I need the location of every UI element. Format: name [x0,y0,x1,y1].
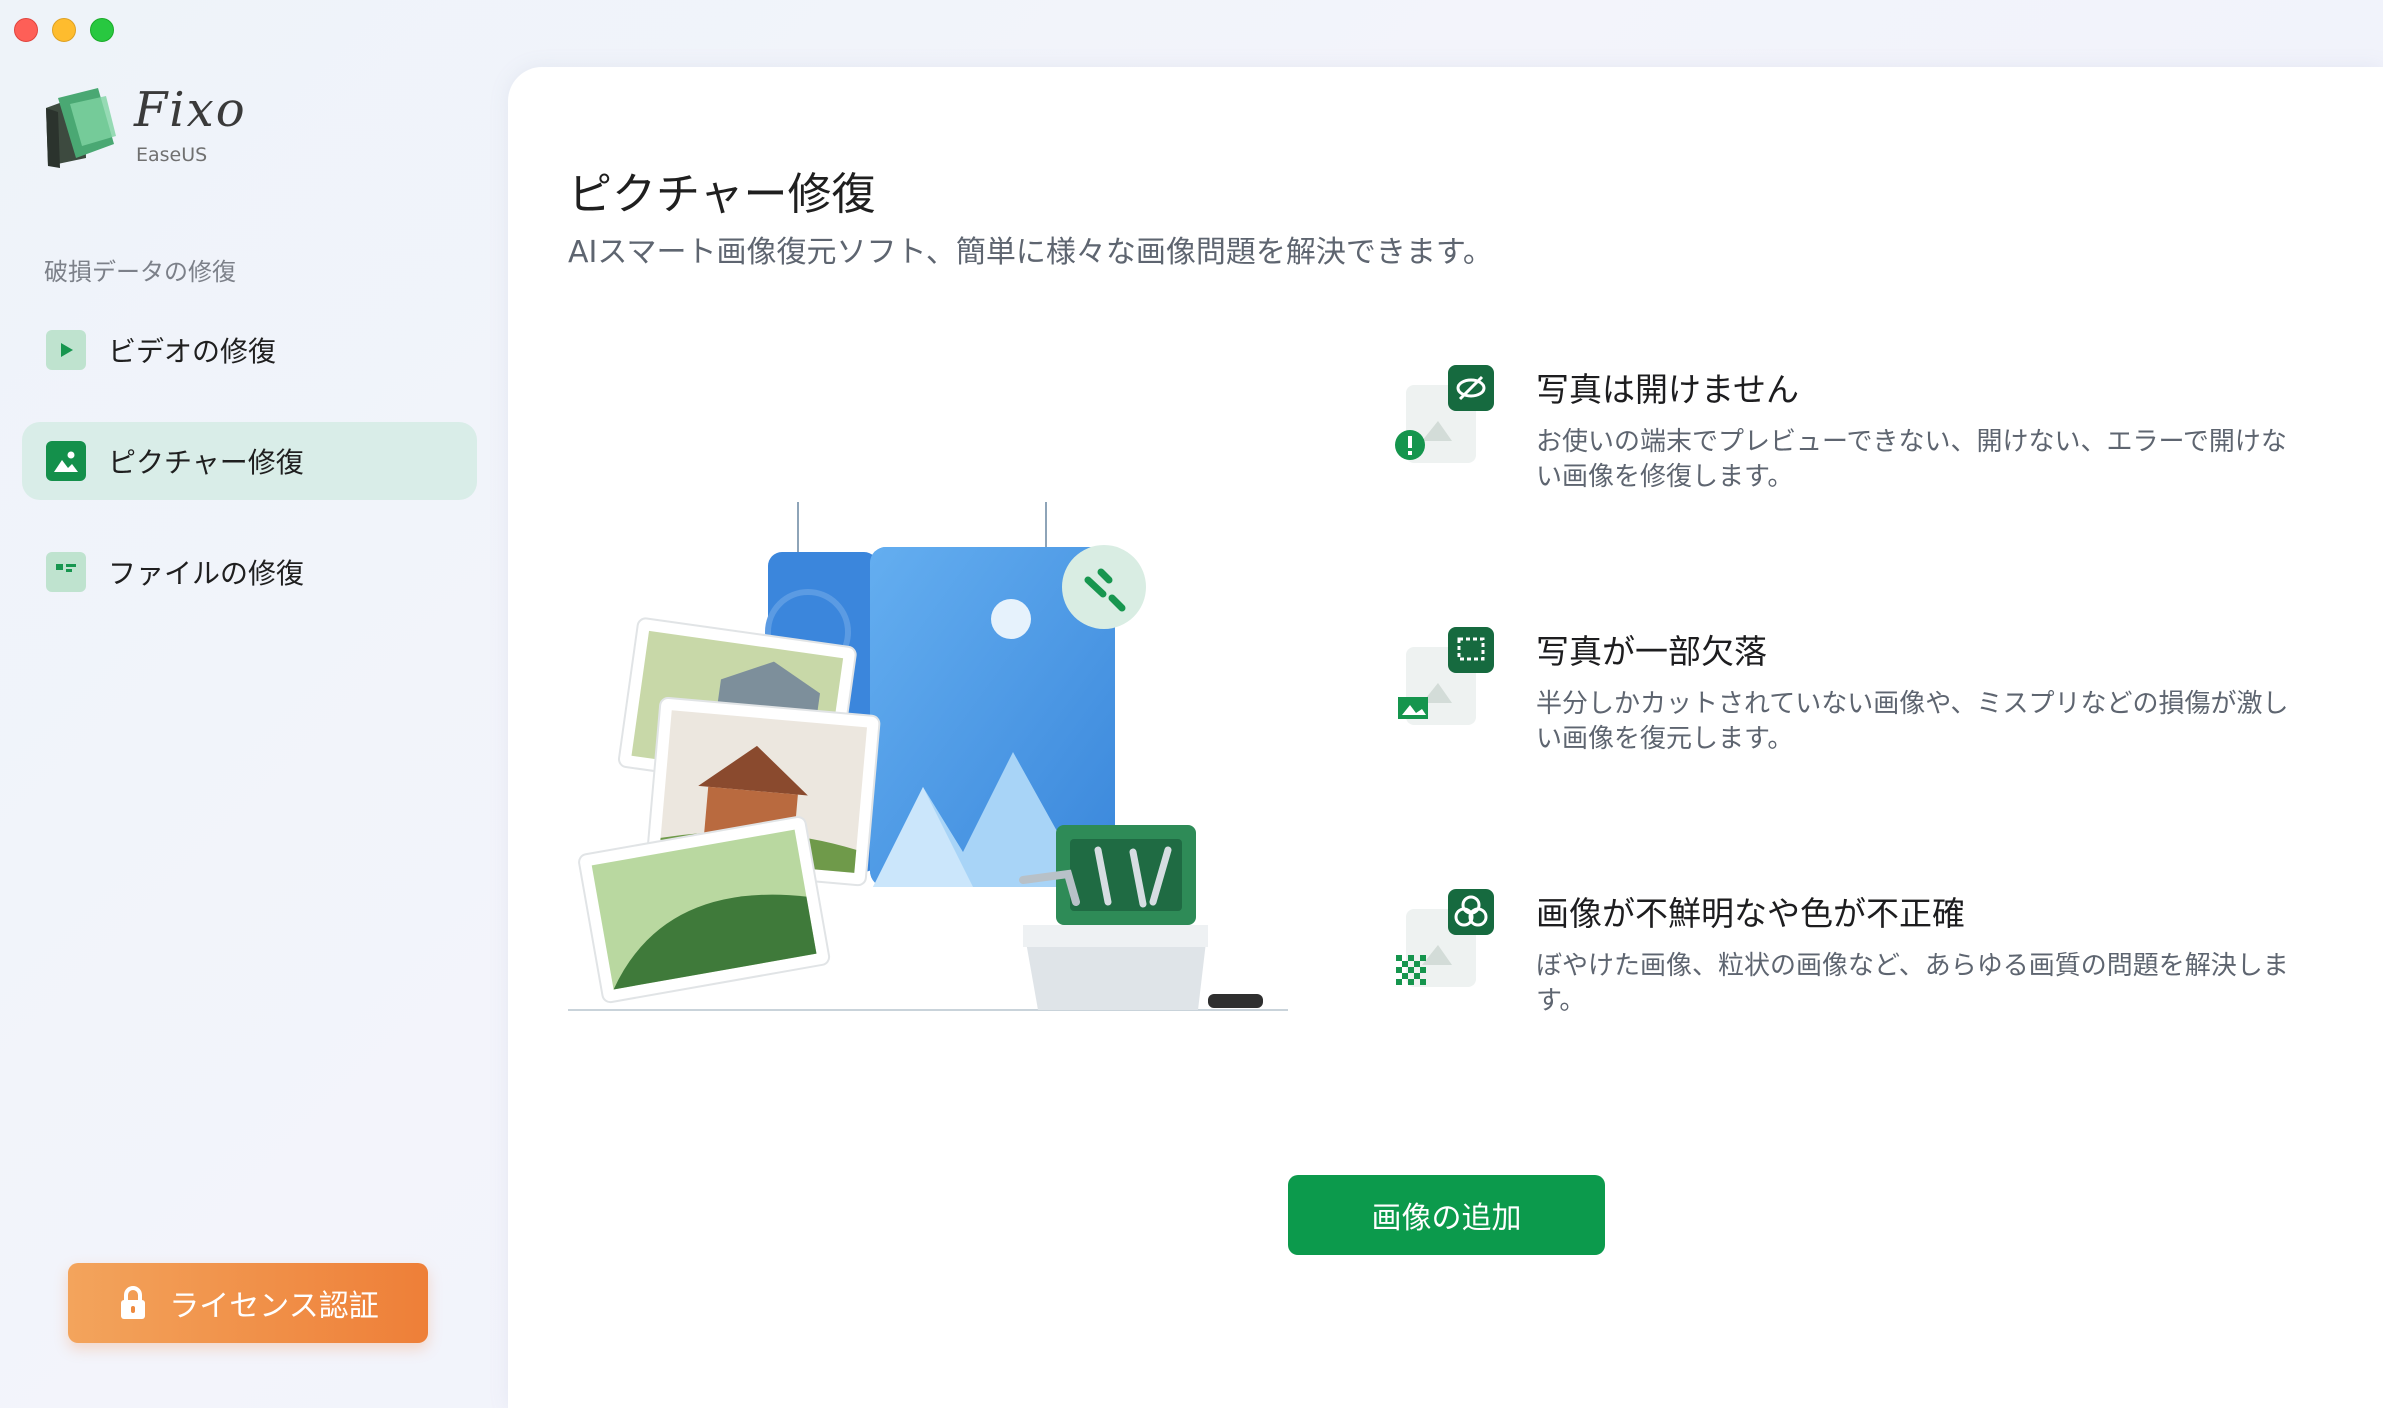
feature-description: 半分しかカットされていない画像や、ミスプリなどの損傷が激しい画像を復元します。 [1536,689,2289,754]
logo-text: Fixo [134,82,247,138]
hidden-eye-warning-icon [1395,365,1494,463]
fixo-logo-icon [46,88,116,168]
feature-description: ぼやけた画像、粒状の画像など、あらゆる画質の問題を解決します。 [1536,951,2289,1016]
color-blur-icon [1396,889,1494,987]
page-description: AIスマート画像復元ソフト、簡単に様々な画像問題を解決できます。 [568,235,1493,270]
sidebar-item-label: ピクチャー修復 [108,446,304,479]
lock-icon [121,1286,146,1319]
feature-title: 写真が一部欠落 [1536,632,1767,671]
license-button-label: ライセンス認証 [169,1289,379,1324]
feature-title: 画像が不鮮明なや色が不正確 [1536,894,1965,933]
license-activation-button[interactable]: ライセンス認証 [68,1263,428,1343]
sidebar: Fixo EaseUS 破損データの修復 ビデオの修復 ピクチャー修復 ファイル… [0,0,508,1408]
sidebar-item-label: ファイルの修復 [108,557,305,590]
sidebar-item-file-repair[interactable]: ファイルの修復 [22,533,477,611]
main-panel: ピクチャー修復 AIスマート画像復元ソフト、簡単に様々な画像問題を解決できます。 [508,67,2383,1408]
video-play-icon [46,330,86,370]
add-image-button[interactable]: 画像の追加 [1288,1175,1605,1255]
feature-cannot-open: 写真は開けません お使いの端末でプレビューできない、開けない、エラーで開けない画… [1392,363,2352,523]
sidebar-item-video-repair[interactable]: ビデオの修復 [22,311,477,389]
feature-description: お使いの端末でプレビューできない、開けない、エラーで開けない画像を修復します。 [1536,427,2287,492]
feature-blurry-color: 画像が不鮮明なや色が不正確 ぼやけた画像、粒状の画像など、あらゆる画質の問題を解… [1392,887,2352,1047]
sidebar-item-label: ビデオの修復 [108,335,277,368]
app-logo: Fixo EaseUS [40,82,260,172]
logo-subtext: EaseUS [136,144,208,166]
feature-partially-missing: 写真が一部欠落 半分しかカットされていない画像や、ミスプリなどの損傷が激しい画像… [1392,625,2352,785]
crop-missing-icon [1398,627,1494,725]
picture-repair-illustration [568,502,1288,1011]
picture-icon [46,441,86,481]
feature-title: 写真は開けません [1536,370,1800,409]
page-title: ピクチャー修復 [568,169,876,221]
sidebar-item-picture-repair[interactable]: ピクチャー修復 [22,422,477,500]
file-document-icon [46,552,86,592]
section-label: 破損データの修復 [44,258,236,286]
